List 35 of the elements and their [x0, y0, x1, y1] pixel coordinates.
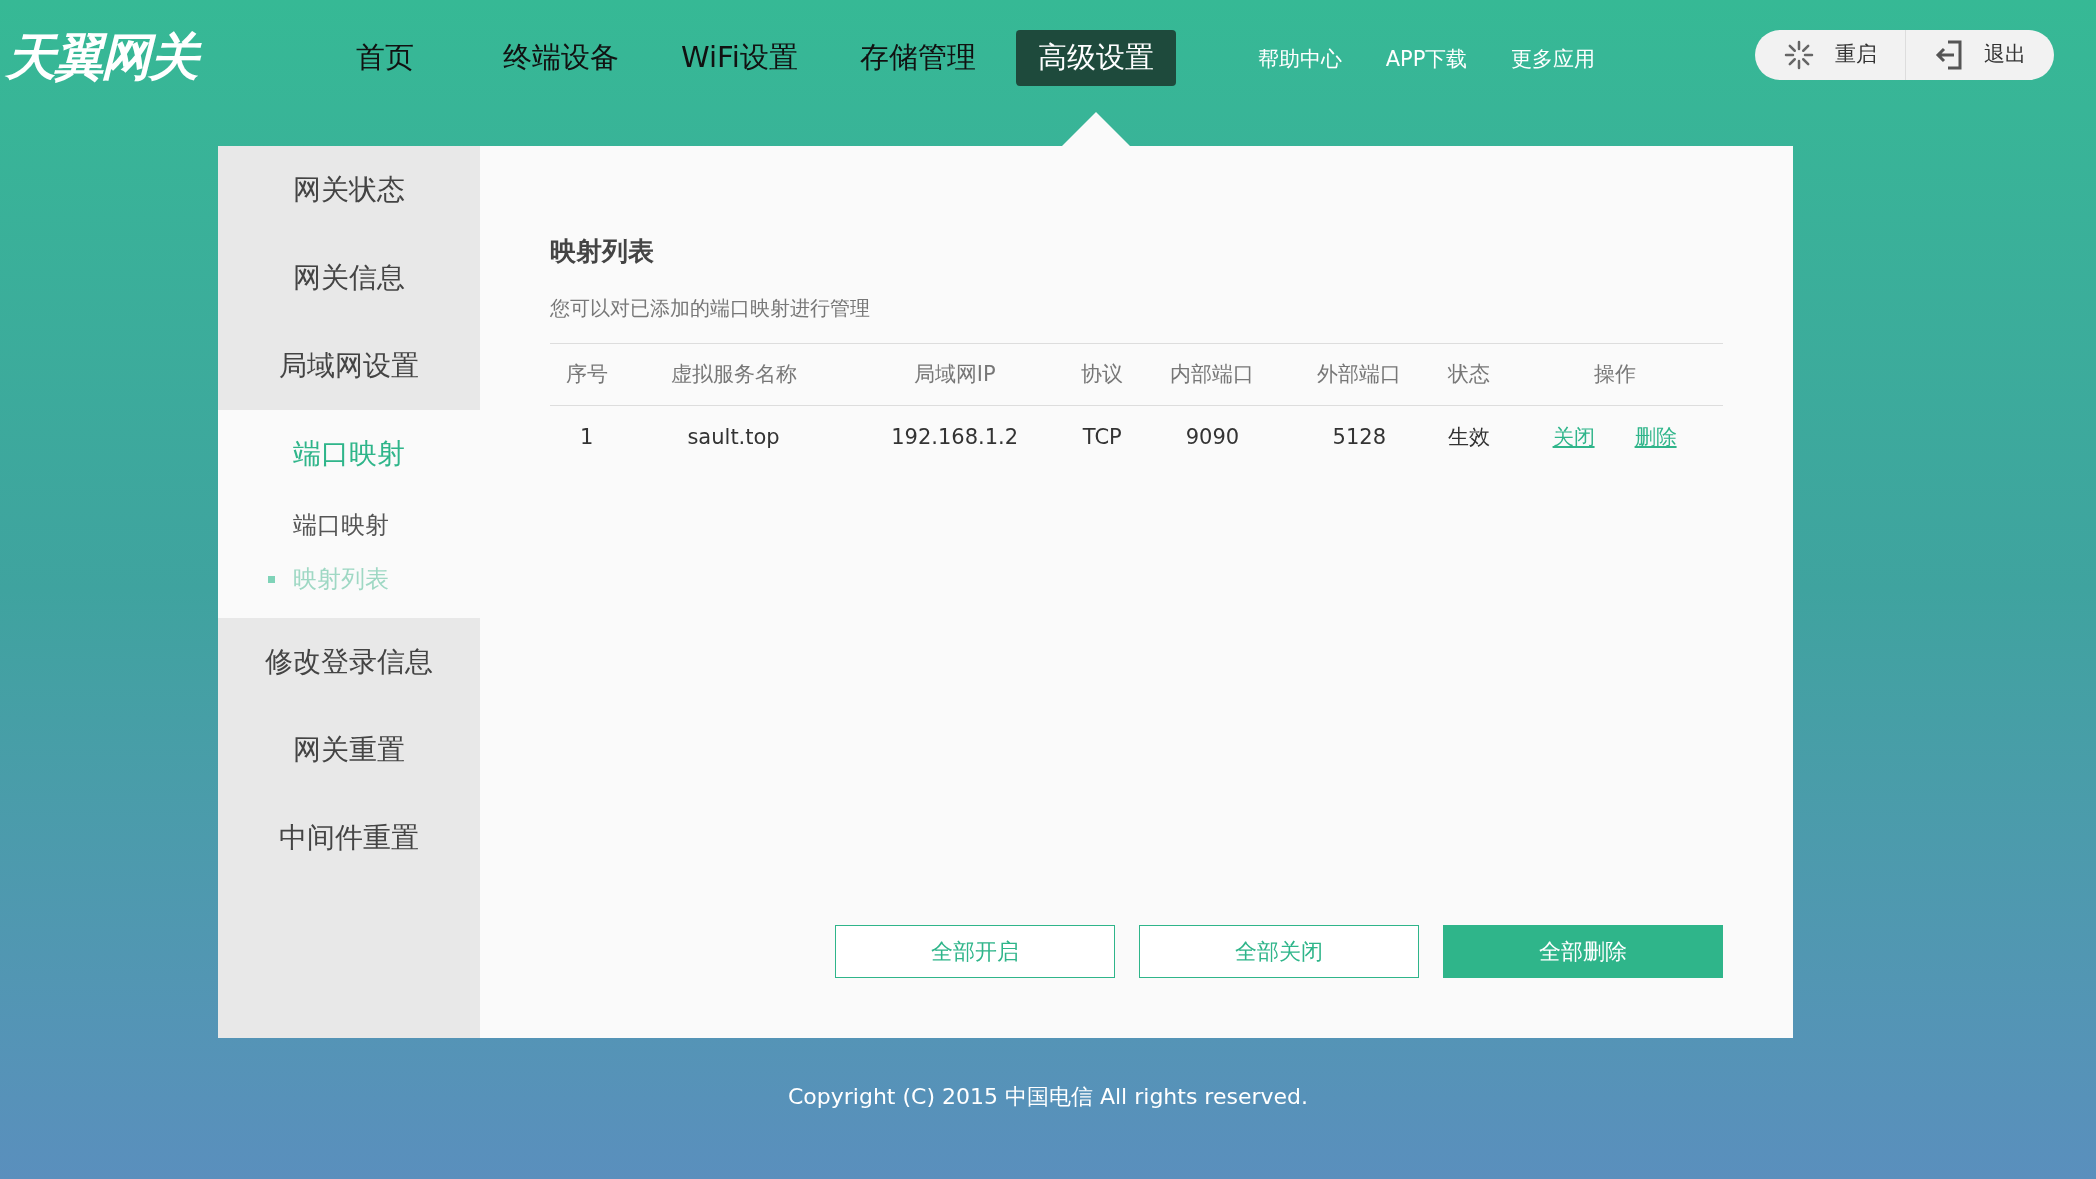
logout-button[interactable]: 退出 — [1905, 30, 2054, 80]
column-header: 状态 — [1448, 361, 1491, 386]
column-header: 操作 — [1593, 361, 1636, 386]
table-cell: TCP — [1082, 425, 1122, 449]
column-header: 虚拟服务名称 — [670, 361, 797, 386]
sidebar-subitem[interactable]: 端口映射 — [293, 507, 389, 543]
sidebar-item[interactable]: 网关重置 — [218, 706, 480, 794]
column-header: 序号 — [565, 361, 608, 386]
logo: 天翼网关 — [6, 20, 246, 95]
sidebar-item[interactable]: 中间件重置 — [218, 794, 480, 882]
section-title: 映射列表 — [550, 235, 655, 268]
sidebar-item[interactable]: 修改登录信息 — [218, 618, 480, 706]
table-cell: 192.168.1.2 — [891, 425, 1019, 449]
table-cell: 5128 — [1332, 425, 1387, 449]
nav-tab[interactable]: 终端设备 — [481, 30, 641, 86]
column-header: 内部端口 — [1170, 361, 1255, 386]
column-header: 外部端口 — [1317, 361, 1402, 386]
nav-tab[interactable]: 高级设置 — [1015, 30, 1176, 86]
sidebar-item[interactable]: 局域网设置 — [218, 322, 480, 410]
sidebar-item[interactable]: 网关状态 — [218, 146, 480, 234]
table-cell: 9090 — [1185, 425, 1240, 449]
table-cell: 1 — [580, 425, 594, 449]
table-cell: 生效 — [1448, 425, 1491, 449]
section-description: 您可以对已添加的端口映射进行管理 — [550, 295, 871, 322]
sidebar-item[interactable]: 网关信息 — [218, 234, 480, 322]
column-header: 局域网IP — [913, 361, 996, 386]
logout-icon — [1934, 39, 1964, 71]
column-header: 协议 — [1081, 361, 1124, 386]
copyright-text: Copyright (C) 2015 中国电信 All rights reserved. — [787, 1083, 1309, 1111]
table-cell: sault.top — [687, 425, 780, 449]
nav-tab[interactable]: 存储管理 — [837, 30, 998, 86]
loading-icon — [1783, 39, 1815, 71]
nav-tab[interactable]: 首页 — [306, 30, 463, 86]
restart-button[interactable]: 重启 — [1755, 30, 1905, 80]
nav-tab[interactable]: WiFi设置 — [659, 30, 820, 86]
